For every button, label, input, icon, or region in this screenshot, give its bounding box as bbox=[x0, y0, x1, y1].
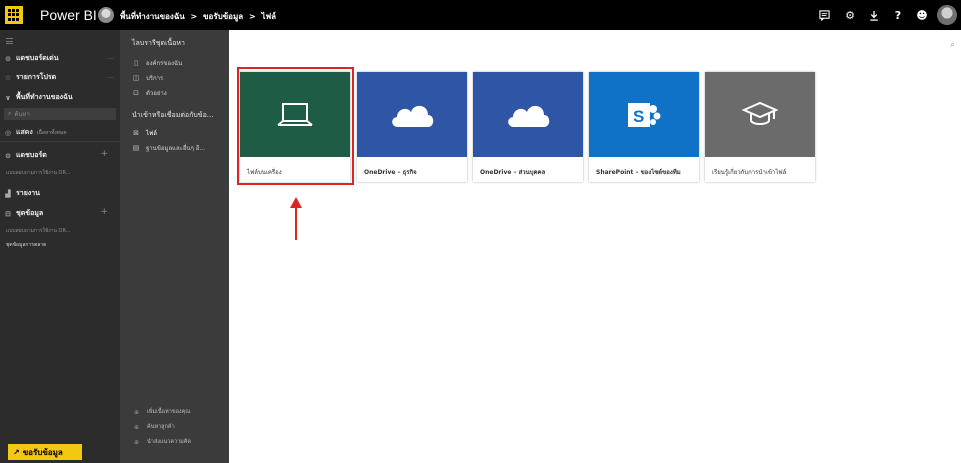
link-icon: ⊕ bbox=[134, 408, 140, 416]
eye-icon: ◎ bbox=[4, 128, 12, 137]
gear-icon[interactable]: ⚙ bbox=[838, 0, 862, 30]
breadcrumb: พื้นที่ทำงานของฉัน > ขอรับข้อมูล > ไฟล์ bbox=[120, 10, 279, 23]
help-icon[interactable]: ? bbox=[886, 0, 910, 30]
cloud-icon bbox=[473, 72, 583, 157]
panel-item-files[interactable]: ⊠ ไฟล์ bbox=[132, 128, 157, 138]
dataset-icon: ⊟ bbox=[5, 209, 11, 218]
tile-onedrive-personal[interactable]: OneDrive – ส่วนบุคคล bbox=[473, 72, 583, 182]
nav-dataset-item[interactable]: แบบสอบถามการใช้งาน OR... bbox=[6, 227, 71, 235]
link-icon: ⊕ bbox=[134, 423, 140, 431]
user-avatar[interactable] bbox=[937, 5, 957, 25]
files-icon: ⊠ bbox=[133, 129, 139, 137]
workspace-avatar bbox=[98, 7, 114, 23]
nav-item-reports[interactable]: ▟ รายงาน bbox=[4, 188, 40, 199]
nav-item-my-workspace[interactable]: ∨ พื้นที่ทำงานของฉัน bbox=[4, 92, 73, 103]
svg-text:S: S bbox=[633, 107, 644, 126]
search-icon[interactable]: ⌕ bbox=[950, 40, 955, 50]
link-icon: ⊕ bbox=[134, 438, 140, 446]
org-icon: ▯ bbox=[134, 59, 138, 67]
library-heading: ไลบรารีชุดเนื้อหา bbox=[132, 39, 185, 47]
bar-chart-icon: ▟ bbox=[5, 189, 11, 198]
panel-footer-link[interactable]: ⊕ เพิ่มเนื้อหาของคุณ bbox=[134, 408, 190, 416]
services-icon: ◫ bbox=[132, 74, 140, 82]
add-dataset-icon[interactable]: + bbox=[100, 207, 108, 217]
top-bar: Power BI พื้นที่ทำงานของฉัน > ขอรับข้อมู… bbox=[0, 0, 961, 30]
recent-icon: ⊙ bbox=[5, 54, 11, 63]
database-icon: ▤ bbox=[132, 144, 140, 152]
app-launcher-icon[interactable] bbox=[5, 6, 23, 24]
arrow-up-icon bbox=[290, 197, 302, 240]
breadcrumb-get-data[interactable]: ขอรับข้อมูล bbox=[203, 12, 243, 21]
sharepoint-icon: S bbox=[589, 72, 699, 157]
panel-item-databases[interactable]: ▤ ฐานข้อมูลและอื่นๆ อี... bbox=[132, 143, 205, 153]
panel-item-my-org[interactable]: ▯ องค์กรของฉัน bbox=[132, 58, 182, 68]
add-dashboard-icon[interactable]: + bbox=[100, 149, 108, 159]
breadcrumb-files: ไฟล์ bbox=[261, 12, 277, 21]
tile-onedrive-business[interactable]: OneDrive – ธุรกิจ bbox=[357, 72, 467, 182]
breadcrumb-separator: > bbox=[190, 12, 198, 21]
nav-item-dashboards[interactable]: ⊙ แดชบอร์ด bbox=[4, 150, 47, 161]
tile-caption: SharePoint – ของไซต์ของทีม bbox=[596, 169, 681, 176]
import-heading: นำเข้าหรือเชื่อมต่อกับข้อ... bbox=[132, 111, 214, 119]
tile-caption: OneDrive – ธุรกิจ bbox=[364, 169, 417, 176]
graduation-cap-icon bbox=[705, 72, 815, 157]
app-title[interactable]: Power BI bbox=[40, 7, 97, 23]
nav-ellipsis[interactable]: — bbox=[107, 73, 114, 81]
download-icon[interactable] bbox=[862, 0, 886, 30]
panel-footer-link[interactable]: ⊕ ค้นหาลูกค้า bbox=[134, 423, 175, 431]
tile-caption: OneDrive – ส่วนบุคคล bbox=[480, 169, 546, 176]
cloud-icon bbox=[357, 72, 467, 157]
nav-item-featured-dashboards[interactable]: ⊙ แดชบอร์ดเด่น bbox=[4, 53, 58, 64]
star-icon: ☆ bbox=[4, 73, 12, 82]
breadcrumb-separator: > bbox=[248, 12, 256, 21]
content-pack-panel: ไลบรารีชุดเนื้อหา ▯ องค์กรของฉัน ◫ บริกา… bbox=[120, 30, 229, 463]
divider bbox=[0, 141, 120, 142]
chat-icon[interactable] bbox=[812, 0, 836, 30]
tile-learn-import[interactable]: เรียนรู้เกี่ยวกับการนำเข้าไฟล์ bbox=[705, 72, 815, 182]
nav-ellipsis[interactable]: — bbox=[107, 54, 114, 62]
get-data-button[interactable]: ↗ ขอรับข้อมูล bbox=[8, 444, 82, 460]
samples-icon: ⊡ bbox=[133, 89, 139, 97]
hamburger-icon[interactable] bbox=[6, 38, 13, 46]
search-icon: ⌕ bbox=[8, 110, 12, 117]
chevron-down-icon: ∨ bbox=[5, 93, 11, 102]
tile-caption: เรียนรู้เกี่ยวกับการนำเข้าไฟล์ bbox=[712, 169, 787, 176]
highlight-box bbox=[237, 67, 354, 185]
arrow-up-right-icon: ↗ bbox=[13, 447, 20, 457]
main-content: ⌕ ไฟล์บนเครื่อง OneDrive – ธุรกิจ OneDri… bbox=[229, 30, 961, 463]
nav-dashboard-item[interactable]: แบบสอบถามการใช้งาน OR... bbox=[6, 169, 71, 177]
tile-sharepoint[interactable]: S SharePoint – ของไซต์ของทีม bbox=[589, 72, 699, 182]
nav-item-datasets[interactable]: ⊟ ชุดข้อมูล bbox=[4, 208, 43, 219]
nav-dataset-item[interactable]: ชุดข้อมูลการตลาด bbox=[6, 241, 46, 249]
nav-search-input[interactable]: ⌕ ค้นหา bbox=[4, 108, 116, 120]
smiley-icon[interactable]: ☻ bbox=[910, 0, 934, 30]
breadcrumb-workspace[interactable]: พื้นที่ทำงานของฉัน bbox=[120, 12, 185, 21]
nav-show-filter[interactable]: ◎ แสดง เนื้อหาทั้งหมด bbox=[4, 127, 67, 138]
nav-item-favorites[interactable]: ☆ รายการโปรด bbox=[4, 72, 56, 83]
panel-item-samples[interactable]: ⊡ ตัวอย่าง bbox=[132, 88, 167, 98]
panel-footer-link[interactable]: ⊕ นำส่งแนวความคิด bbox=[134, 438, 191, 446]
left-nav: ⊙ แดชบอร์ดเด่น — ☆ รายการโปรด — ∨ พื้นที… bbox=[0, 30, 120, 463]
dashboard-icon: ⊙ bbox=[5, 151, 11, 160]
panel-item-services[interactable]: ◫ บริการ bbox=[132, 73, 164, 83]
